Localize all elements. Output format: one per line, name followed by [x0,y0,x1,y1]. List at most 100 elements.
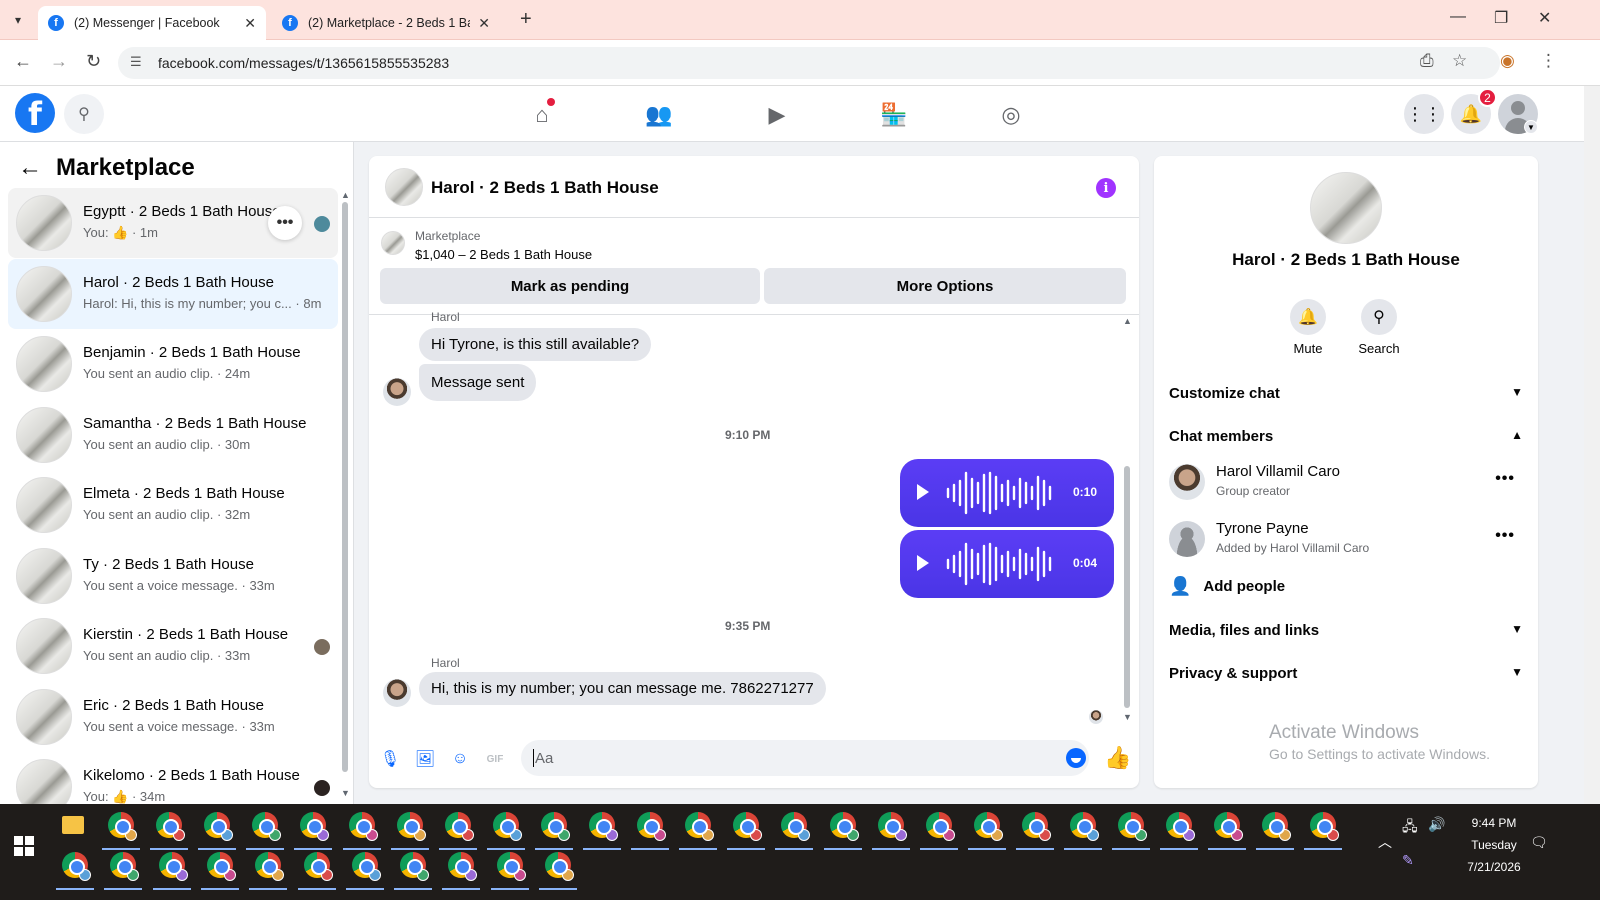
close-tab-icon[interactable]: ✕ [244,15,256,32]
photo-icon[interactable]: 🖼 [414,748,436,770]
chrome-taskbar-icon[interactable] [1262,812,1291,841]
pen-icon[interactable]: ✎ [1402,852,1414,869]
url-bar[interactable]: ☰ facebook.com/messages/t/13656158555352… [118,47,1500,79]
network-icon[interactable]: 🖧 [1402,816,1418,840]
chrome-taskbar-icon[interactable] [1214,812,1243,841]
chrome-taskbar-icon[interactable] [781,812,810,841]
chrome-taskbar-icon[interactable] [207,852,236,881]
profile-icon[interactable]: ◉ [1500,51,1515,71]
video-icon[interactable]: ▶ [760,98,794,132]
chat-members-section[interactable]: Chat members ▲ [1169,428,1523,445]
windows-start-icon[interactable] [14,836,34,856]
chrome-taskbar-icon[interactable] [830,812,859,841]
chrome-taskbar-icon[interactable] [589,812,618,841]
groups-icon[interactable]: ◎ [994,98,1028,132]
mute-button[interactable]: 🔔 Mute [1278,299,1338,356]
bookmark-star-icon[interactable]: ☆ [1452,51,1467,71]
listing-thumbnail[interactable] [1310,172,1382,244]
chrome-taskbar-icon[interactable] [493,812,522,841]
listing-thumbnail[interactable] [385,168,423,206]
tab-marketplace[interactable]: f (2) Marketplace - 2 Beds 1 Bath ✕ [272,6,500,40]
microphone-icon[interactable]: 🎙 [379,748,401,770]
close-tab-icon[interactable]: ✕ [478,15,490,32]
message-input[interactable]: Aa [521,740,1089,776]
file-explorer-icon[interactable] [62,816,84,834]
tab-search-chevron-icon[interactable]: ▾ [6,8,30,32]
chrome-taskbar-icon[interactable] [300,812,329,841]
conversation-item[interactable]: Kikelomo · 2 Beds 1 Bath House You: 👍 · … [8,752,338,804]
volume-icon[interactable]: 🔊 [1428,816,1445,833]
chrome-taskbar-icon[interactable] [685,812,714,841]
chrome-taskbar-icon[interactable] [352,852,381,881]
conversation-item[interactable]: Ty · 2 Beds 1 Bath House You sent a voic… [8,541,338,611]
tab-messenger[interactable]: f (2) Messenger | Facebook ✕ [38,6,266,40]
gif-icon[interactable]: GIF [484,748,506,770]
menu-grid-icon[interactable]: ⋮⋮ [1404,94,1444,134]
back-arrow-icon[interactable]: ← [14,51,32,72]
chrome-taskbar-icon[interactable] [252,812,281,841]
friends-icon[interactable]: 👥 [642,98,676,132]
play-icon[interactable] [917,484,929,500]
reload-icon[interactable]: ↻ [86,51,101,72]
marketplace-icon[interactable]: 🏪 [877,98,911,132]
chrome-taskbar-icon[interactable] [445,812,474,841]
chrome-taskbar-icon[interactable] [1070,812,1099,841]
notifications-bell-icon[interactable]: 🔔 2 [1451,88,1497,134]
conversation-item[interactable]: Benjamin · 2 Beds 1 Bath House You sent … [8,329,338,399]
scroll-up-arrow-icon[interactable]: ▲ [341,190,350,200]
chrome-taskbar-icon[interactable] [204,812,233,841]
conversation-item[interactable]: Kierstin · 2 Beds 1 Bath House You sent … [8,611,338,681]
notification-center-icon[interactable]: 🗨 [1530,834,1548,851]
sticker-icon[interactable]: ☺ [449,748,471,770]
chrome-taskbar-icon[interactable] [926,812,955,841]
customize-chat-section[interactable]: Customize chat ▼ [1169,385,1523,402]
chrome-taskbar-icon[interactable] [545,852,574,881]
page-scrollbar[interactable] [1584,86,1600,804]
search-icon[interactable]: ⚲ [64,94,104,134]
site-info-icon[interactable]: ☰ [130,54,142,70]
chrome-taskbar-icon[interactable] [878,812,907,841]
info-icon[interactable]: i [1096,178,1116,198]
install-app-icon[interactable]: ⎙ [1420,51,1434,71]
thread-scrollbar[interactable] [1124,466,1130,708]
close-window-button[interactable]: ✕ [1538,8,1551,28]
search-button[interactable]: ⚲ Search [1349,299,1409,356]
clock-time[interactable]: 9:44 PM [1452,816,1536,830]
minimize-button[interactable]: — [1450,8,1466,26]
listing-thumbnail[interactable] [381,231,405,255]
member-row[interactable]: Harol Villamil Caro Group creator ••• [1169,458,1523,508]
sidebar-scrollbar[interactable] [342,202,348,772]
conversation-item[interactable]: Egyptt · 2 Beds 1 Bath House You: 👍 · 1m… [8,188,338,258]
conversation-item[interactable]: Samantha · 2 Beds 1 Bath House You sent … [8,400,338,470]
audio-message[interactable]: 0:04 [900,530,1114,598]
audio-message[interactable]: 0:10 [900,459,1114,527]
chrome-taskbar-icon[interactable] [1022,812,1051,841]
chrome-taskbar-icon[interactable] [304,852,333,881]
add-people-button[interactable]: 👤 Add people [1169,576,1285,597]
chrome-taskbar-icon[interactable] [110,852,139,881]
chrome-taskbar-icon[interactable] [1166,812,1195,841]
scroll-down-arrow-icon[interactable]: ▼ [1123,712,1132,722]
chrome-taskbar-icon[interactable] [1118,812,1147,841]
chrome-taskbar-icon[interactable] [108,812,137,841]
scroll-up-arrow-icon[interactable]: ▲ [1123,316,1132,326]
conversation-item[interactable]: Elmeta · 2 Beds 1 Bath House You sent an… [8,470,338,540]
privacy-support-section[interactable]: Privacy & support ▼ [1169,665,1523,682]
chrome-taskbar-icon[interactable] [156,812,185,841]
back-arrow-icon[interactable]: ← [18,154,42,182]
member-row[interactable]: Tyrone Payne Added by Harol Villamil Car… [1169,515,1523,565]
chat-title[interactable]: Harol · 2 Beds 1 Bath House [431,178,659,198]
chrome-taskbar-icon[interactable] [400,852,429,881]
thumbs-up-icon[interactable]: 👍 [1104,745,1131,771]
chrome-taskbar-icon[interactable] [1310,812,1339,841]
member-options-button[interactable]: ••• [1495,470,1515,488]
chrome-taskbar-icon[interactable] [62,852,91,881]
mark-as-pending-button[interactable]: Mark as pending [380,268,760,304]
media-files-section[interactable]: Media, files and links ▼ [1169,622,1523,639]
chrome-taskbar-icon[interactable] [637,812,666,841]
chrome-taskbar-icon[interactable] [159,852,188,881]
clock-date[interactable]: 7/21/2026 [1452,860,1536,874]
chrome-taskbar-icon[interactable] [448,852,477,881]
home-icon[interactable]: ⌂ [525,98,559,132]
new-tab-button[interactable]: + [520,8,532,31]
